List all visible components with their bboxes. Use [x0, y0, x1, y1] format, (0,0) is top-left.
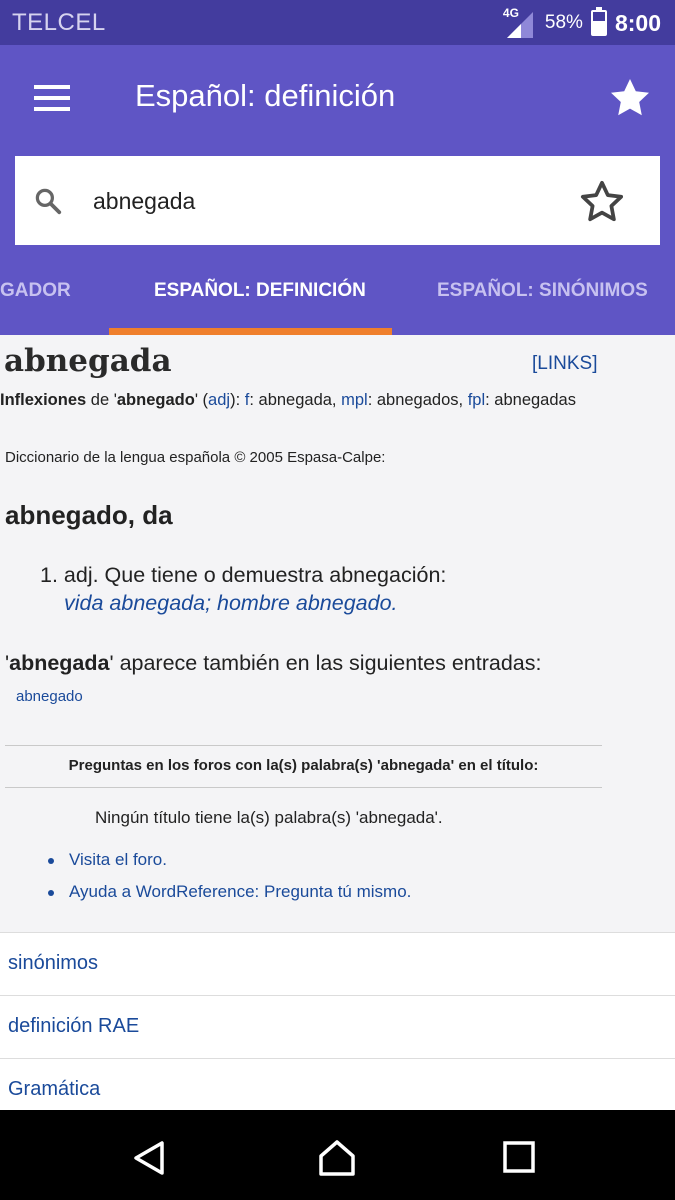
tab-indicator	[109, 328, 392, 335]
home-icon[interactable]	[317, 1138, 357, 1178]
also-rest: ' aparece también en las siguientes entr…	[109, 651, 542, 675]
carrier-name: TELCEL	[12, 9, 106, 36]
ask-question-link[interactable]: Ayuda a WordReference: Pregunta tú mismo…	[48, 881, 411, 913]
tab-conjugador[interactable]: GADOR	[0, 271, 71, 335]
tab-espanol-definicion[interactable]: ESPAÑOL: DEFINICIÓN	[154, 271, 366, 335]
grammar-link[interactable]: Gramática	[0, 1059, 675, 1110]
inflections-word: abnegado	[116, 391, 195, 409]
status-icons: 4G 58% 8:00	[503, 6, 661, 40]
inflections-text: ):	[230, 391, 245, 409]
search-icon[interactable]	[33, 186, 63, 216]
divider	[5, 745, 602, 746]
inflections-text: de '	[86, 391, 117, 409]
forum-links: Visita el foro. Ayuda a WordReference: P…	[48, 849, 411, 913]
also-appears-text: 'abnegada' aparece también en las siguie…	[5, 651, 541, 676]
app-title: Español: definición	[135, 78, 396, 113]
synonyms-link[interactable]: sinónimos	[0, 933, 675, 996]
definition-content: abnegada [LINKS] Inflexiones de 'abnegad…	[0, 335, 675, 1110]
tab-bar: GADOR ESPAÑOL: DEFINICIÓN ESPAÑOL: SINÓN…	[0, 271, 675, 335]
pos-abbr-link[interactable]: adj	[208, 391, 230, 409]
inflections-line: Inflexiones de 'abnegado' (adj): f: abne…	[0, 391, 576, 410]
links-button[interactable]: [LINKS]	[532, 353, 597, 375]
clock: 8:00	[614, 9, 661, 36]
feminine-form: : abnegada,	[249, 391, 342, 409]
recents-square-icon[interactable]	[500, 1138, 540, 1178]
back-triangle-icon[interactable]	[130, 1138, 170, 1178]
fpl-abbr-link[interactable]: fpl	[468, 391, 485, 409]
related-entry-link[interactable]: abnegado	[16, 688, 83, 705]
search-input[interactable]	[93, 178, 563, 224]
star-outline-icon[interactable]	[577, 177, 627, 227]
headword: abnegada	[4, 343, 172, 379]
battery-fill	[592, 21, 605, 34]
mpl-abbr-link[interactable]: mpl	[341, 391, 368, 409]
tab-espanol-sinonimos[interactable]: ESPAÑOL: SINÓNIMOS	[437, 271, 648, 335]
rae-definition-link[interactable]: definición RAE	[0, 996, 675, 1059]
forum-no-result: Ningún título tiene la(s) palabra(s) 'ab…	[95, 808, 443, 827]
status-bar: TELCEL 4G 58% 8:00	[0, 0, 675, 45]
search-box	[15, 156, 660, 245]
inflections-label: Inflexiones	[0, 391, 87, 409]
sense-example: vida abnegada; hombre abnegado.	[64, 591, 398, 615]
fpl-form: : abnegadas	[485, 391, 576, 409]
signal-icon: 4G	[503, 6, 537, 38]
visit-forum-link[interactable]: Visita el foro.	[48, 849, 411, 881]
entry-heading: abnegado, da	[5, 500, 173, 530]
star-filled-icon[interactable]	[606, 74, 654, 122]
app-bar: Español: definición GADOR ESPAÑOL: DEFIN…	[0, 45, 675, 335]
more-links-list: sinónimos definición RAE Gramática	[0, 932, 675, 1110]
battery-icon	[590, 7, 607, 36]
navigation-bar	[0, 1110, 675, 1200]
dictionary-source: Diccionario de la lengua española © 2005…	[5, 449, 386, 466]
also-word: abnegada	[9, 651, 110, 675]
forum-heading: Preguntas en los foros con la(s) palabra…	[68, 757, 539, 774]
divider	[5, 787, 602, 788]
inflections-text: ' (	[194, 391, 209, 409]
sense-definition: 1. adj. Que tiene o demuestra abnegación…	[40, 563, 447, 587]
battery-percent: 58%	[544, 12, 583, 33]
mpl-form: : abnegados,	[367, 391, 468, 409]
hamburger-menu-icon[interactable]	[34, 85, 70, 111]
